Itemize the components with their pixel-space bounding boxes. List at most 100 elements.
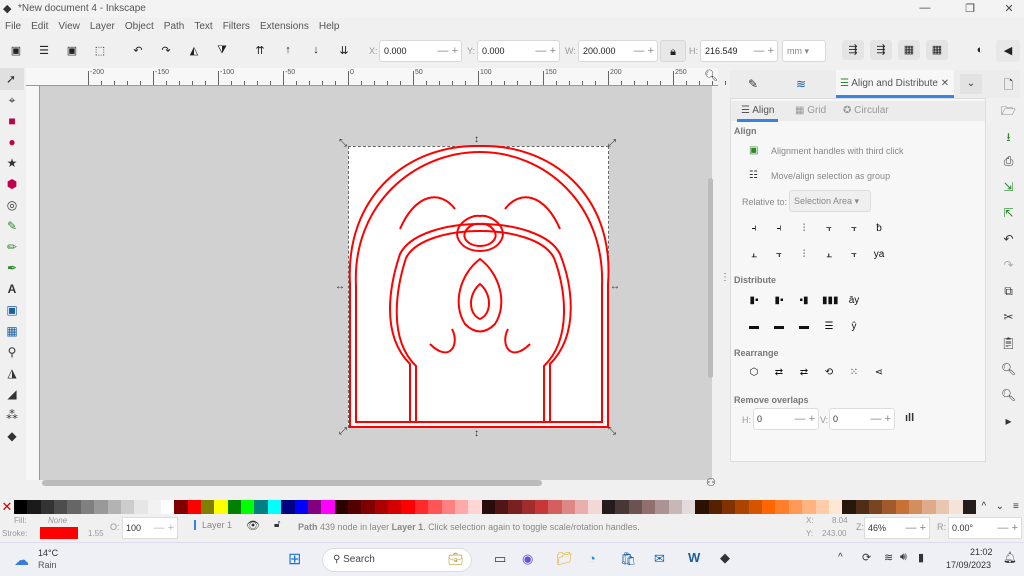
rotate-cw-icon[interactable]: ↷	[158, 44, 174, 58]
flip-horizontal-icon[interactable]: ◭	[186, 44, 202, 58]
color-swatch[interactable]	[561, 500, 576, 514]
tweak-tool-icon[interactable]: ◢	[3, 387, 21, 405]
color-swatch[interactable]	[695, 500, 709, 514]
scale-handle-w-icon[interactable]: ↔	[335, 281, 345, 292]
menu-extensions[interactable]: Extensions	[255, 18, 314, 35]
no-paint-swatch[interactable]: ✕	[0, 500, 14, 514]
tab-menu-chevron-icon[interactable]: ⌄	[960, 74, 982, 94]
color-swatch[interactable]	[307, 500, 322, 514]
more-commands-icon[interactable]: ▸	[993, 414, 1024, 440]
layer-lock-icon[interactable]: 🔓︎	[274, 519, 280, 530]
select-all-icon[interactable]: ▣	[8, 44, 24, 58]
color-swatch[interactable]	[254, 500, 268, 514]
color-swatch[interactable]	[401, 500, 415, 514]
align-left-to-right-icon[interactable]: ⫟	[847, 223, 861, 235]
wifi-icon[interactable]: ≋	[884, 551, 893, 564]
color-swatch[interactable]	[67, 500, 81, 514]
color-swatch[interactable]	[334, 500, 348, 514]
pen-tool-icon[interactable]: ✎	[3, 219, 21, 237]
color-swatch[interactable]	[788, 500, 803, 514]
color-swatch[interactable]	[361, 500, 375, 514]
scale-handle-sw-icon[interactable]: ⤢	[339, 426, 347, 437]
x-stepper[interactable]: — +	[438, 45, 458, 57]
palette-scroll-up-icon[interactable]: ^	[976, 500, 992, 514]
distribute-top-icon[interactable]: ▬	[747, 321, 761, 333]
v-gap-input[interactable]: 0 — +	[829, 408, 895, 430]
align-baseline-vertical-icon[interactable]: ya	[872, 249, 886, 261]
v-gap-stepper[interactable]: — +	[871, 413, 891, 425]
color-swatch[interactable]	[494, 500, 509, 514]
vertical-scrollbar[interactable]	[708, 178, 713, 378]
align-top-to-bottom-icon[interactable]: ⫟	[847, 249, 861, 261]
unclump-icon[interactable]: ⋖	[872, 367, 886, 379]
search-box[interactable]: ⚲ Search 💼︎	[322, 548, 472, 572]
distribute-gaps-h-icon[interactable]: ▮▮▮	[822, 295, 839, 307]
zoom-drawing-icon[interactable]: 🔍︎	[993, 388, 1024, 414]
color-swatch[interactable]	[80, 500, 95, 514]
move-gradients-icon[interactable]: ▦	[898, 40, 920, 60]
color-swatch[interactable]	[241, 500, 255, 514]
close-button[interactable]: ✕	[994, 2, 1024, 15]
flip-vertical-icon[interactable]: ⧩	[214, 44, 230, 58]
color-swatch[interactable]	[454, 500, 469, 514]
color-swatch[interactable]	[775, 500, 789, 514]
lower-to-bottom-icon[interactable]: ⇊	[336, 44, 352, 58]
fill-indicator[interactable]: None	[48, 516, 67, 525]
remove-overlaps-button[interactable]: ıll	[905, 412, 914, 424]
subtab-circular[interactable]: ✪ Circular	[843, 105, 889, 116]
align-bottom-icon[interactable]: ⫠	[822, 249, 836, 261]
color-swatch[interactable]	[708, 500, 723, 514]
edge-icon[interactable]: ◔	[588, 551, 596, 566]
color-swatch[interactable]	[94, 500, 108, 514]
volume-icon[interactable]: 🔊︎	[900, 551, 907, 564]
notifications-icon[interactable]: 🔔︎	[1003, 551, 1017, 564]
scale-handle-nw-icon[interactable]: ⤡	[339, 138, 347, 149]
color-swatch[interactable]	[668, 500, 682, 514]
color-swatch[interactable]	[815, 500, 829, 514]
align-baseline-text-icon[interactable]: ƀ	[872, 223, 886, 235]
exchange-stacking-order-icon[interactable]: ⇄	[797, 367, 811, 379]
scale-stroke-icon[interactable]: ⇶	[842, 40, 864, 60]
color-swatch[interactable]	[842, 500, 856, 514]
distribute-center-v-icon[interactable]: ▬	[772, 321, 786, 333]
calligraphy-tool-icon[interactable]: ✒	[3, 261, 21, 279]
scale-corners-icon[interactable]: ⇶	[870, 40, 892, 60]
mesh-tool-icon[interactable]: ▦	[3, 324, 21, 342]
color-swatch[interactable]	[641, 500, 656, 514]
opacity-stepper[interactable]: — +	[154, 522, 174, 534]
color-swatch[interactable]	[388, 500, 402, 514]
snap-popover-button[interactable]: ◀	[996, 40, 1020, 62]
exchange-clockwise-icon[interactable]: ⟲	[822, 367, 836, 379]
opacity-input[interactable]: 100 — +	[122, 517, 178, 539]
menu-help[interactable]: Help	[314, 18, 345, 35]
align-right-icon[interactable]: ⫟	[822, 223, 836, 235]
color-swatch[interactable]	[227, 500, 242, 514]
task-view-icon[interactable]: ▭	[494, 551, 506, 567]
import-icon[interactable]: ⇲	[993, 180, 1024, 206]
menu-object[interactable]: Object	[120, 18, 159, 35]
color-swatch[interactable]	[481, 500, 495, 514]
color-swatch[interactable]	[40, 500, 55, 514]
distribute-baseline-v-icon[interactable]: ŷ	[847, 321, 861, 333]
file-explorer-icon[interactable]: 📁︎	[556, 551, 573, 567]
color-swatch[interactable]	[267, 500, 282, 514]
print-icon[interactable]: ⎙	[993, 154, 1024, 180]
palette-menu-icon[interactable]: ≡	[1008, 500, 1024, 514]
teams-icon[interactable]: ◉	[522, 551, 533, 567]
stroke-width[interactable]: 1.55	[88, 529, 104, 538]
color-swatch[interactable]	[120, 500, 135, 514]
align-left-icon[interactable]: ⫞	[772, 223, 786, 235]
text-tool-icon[interactable]: A	[3, 282, 21, 300]
weather-rain-icon[interactable]: ☁	[14, 551, 29, 569]
h-gap-input[interactable]: 0 — +	[753, 408, 819, 430]
outlook-icon[interactable]: ✉	[654, 551, 665, 567]
export-icon[interactable]: ⇱	[993, 206, 1024, 232]
color-swatch[interactable]	[588, 500, 602, 514]
y-stepper[interactable]: — +	[536, 45, 556, 57]
rectangle-tool-icon[interactable]: ■	[3, 114, 21, 132]
paste-icon[interactable]: 📋︎	[993, 336, 1024, 362]
stroke-indicator[interactable]	[40, 527, 78, 539]
lower-icon[interactable]: ↓	[308, 44, 324, 58]
menu-layer[interactable]: Layer	[85, 18, 120, 35]
color-swatch[interactable]	[935, 500, 950, 514]
